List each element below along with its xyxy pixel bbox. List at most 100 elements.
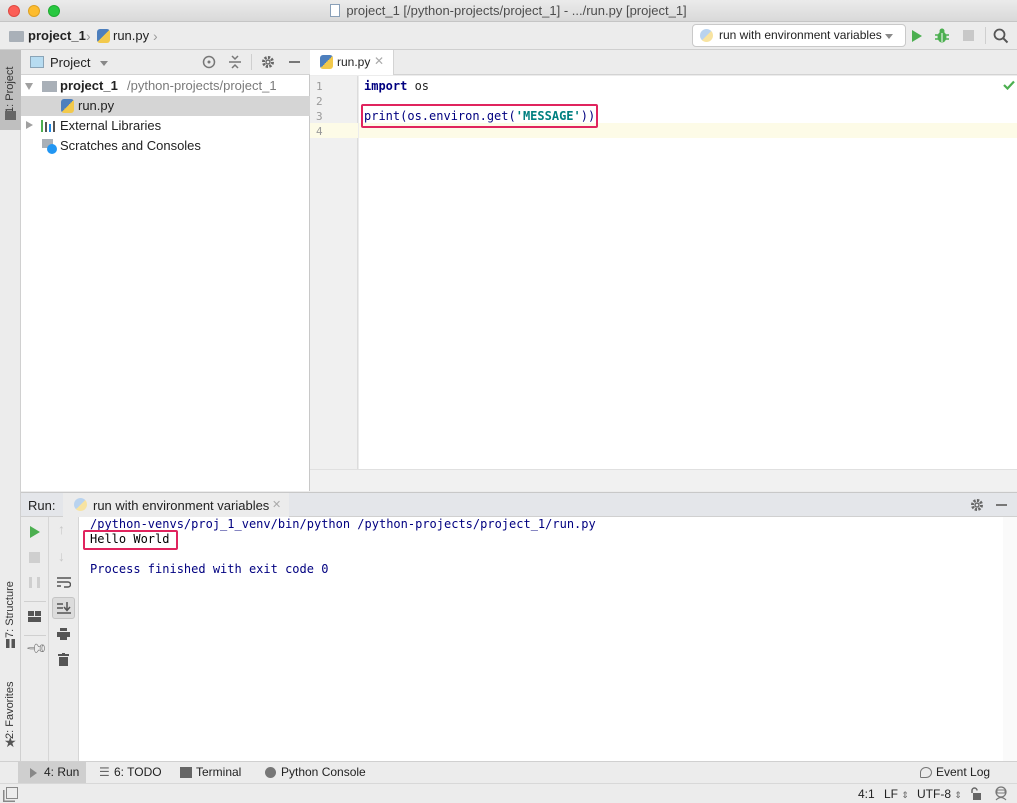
scroll-to-end-icon	[57, 602, 71, 614]
tab-run-py[interactable]: run.py ✕	[310, 50, 394, 75]
close-tab-icon[interactable]: ✕	[272, 498, 281, 511]
file-encoding[interactable]: UTF-8 ⇕	[917, 787, 962, 801]
project-name: project_1	[60, 78, 118, 93]
line-number: 4	[316, 125, 323, 138]
terminal-icon	[180, 767, 192, 778]
run-toolbar-secondary: ↑ ↓	[49, 517, 79, 761]
chevron-down-icon[interactable]	[100, 61, 108, 66]
left-tool-strip: 1: Project 7: Structure 2: Favorites ★	[0, 50, 21, 761]
structure-icon	[6, 639, 15, 648]
breadcrumb-separator: ›	[86, 28, 91, 44]
python-file-icon	[61, 99, 74, 113]
tree-label: Scratches and Consoles	[60, 138, 201, 153]
tree-item-run-py[interactable]: run.py	[21, 96, 310, 116]
run-label: Run:	[28, 498, 56, 513]
breadcrumb-project[interactable]: project_1	[28, 22, 86, 50]
project-panel-header: Project	[21, 50, 310, 75]
tree-item-project[interactable]: project_1 /python-projects/project_1	[21, 76, 310, 96]
list-icon: ☰	[99, 765, 110, 779]
highlight-box	[361, 104, 598, 128]
print-icon[interactable]	[57, 628, 70, 640]
python-file-icon	[320, 55, 333, 69]
gear-icon[interactable]	[261, 55, 275, 69]
tree-label: External Libraries	[60, 118, 162, 133]
pin-icon[interactable]: 📌︎	[25, 636, 49, 661]
run-tab[interactable]: run with environment variables ✕	[63, 493, 289, 517]
line-number: 1	[316, 80, 323, 93]
tree-item-scratches[interactable]: Scratches and Consoles	[21, 136, 310, 156]
arrow-down-icon[interactable]: ↓	[58, 548, 65, 564]
rerun-button[interactable]	[30, 526, 40, 538]
search-icon[interactable]	[993, 28, 1009, 44]
hide-panel-icon[interactable]	[289, 61, 300, 63]
folder-icon	[42, 81, 57, 92]
cursor-position[interactable]: 4:1	[858, 787, 875, 801]
expand-arrow-icon[interactable]	[26, 121, 33, 129]
tool-window-todo[interactable]: ☰ 6: TODO	[96, 762, 168, 783]
line-number: 3	[316, 110, 323, 123]
trash-icon[interactable]	[58, 653, 69, 666]
tab-structure[interactable]: 7: Structure	[0, 570, 21, 650]
breadcrumb-separator: ›	[153, 28, 158, 44]
line-separator[interactable]: LF ⇕	[884, 787, 909, 801]
file-icon	[330, 4, 341, 17]
run-configuration-selector[interactable]: run with environment variables	[692, 24, 906, 47]
python-icon	[74, 498, 87, 511]
window-title: project_1 [/python-projects/project_1] -…	[346, 3, 687, 18]
tab-label: run.py	[337, 55, 371, 69]
minimize-window-button[interactable]	[28, 5, 40, 17]
libraries-icon	[41, 120, 55, 132]
pause-button[interactable]	[29, 577, 40, 588]
console-line-exit: Process finished with exit code 0	[90, 562, 329, 576]
run-configuration-label: run with environment variables	[719, 28, 882, 42]
clock-icon	[47, 144, 57, 154]
close-tab-icon[interactable]: ✕	[374, 54, 384, 68]
collapse-all-icon[interactable]	[228, 55, 242, 69]
project-view-selector[interactable]: Project	[50, 55, 90, 70]
run-console[interactable]: /python-venvs/proj_1_venv/bin/python /py…	[79, 517, 1003, 761]
file-name: run.py	[78, 98, 115, 113]
updown-icon: ⇕	[954, 790, 962, 800]
project-path: /python-projects/project_1	[127, 78, 277, 93]
locate-icon[interactable]	[202, 55, 216, 69]
checkmark-icon	[1003, 80, 1015, 90]
arrow-up-icon[interactable]: ↑	[58, 521, 65, 537]
soft-wrap-icon[interactable]	[57, 576, 71, 588]
tool-window-run[interactable]: 4: Run	[18, 762, 86, 783]
star-icon: ★	[4, 734, 17, 750]
expand-arrow-icon[interactable]	[25, 83, 33, 90]
tool-window-terminal[interactable]: Terminal	[176, 762, 250, 783]
editor-bottom-area	[310, 469, 1017, 491]
gear-icon[interactable]	[970, 498, 984, 512]
inspector-icon[interactable]	[994, 786, 1008, 801]
event-log-button[interactable]: Event Log	[916, 762, 1006, 783]
code-editor[interactable]: import os print(os.environ.get('MESSAGE'…	[359, 76, 1017, 469]
status-bar: 4:1 LF ⇕ UTF-8 ⇕	[0, 783, 1017, 803]
debug-icon[interactable]	[934, 27, 950, 44]
console-scrollbar[interactable]	[1003, 517, 1017, 761]
close-window-button[interactable]	[8, 5, 20, 17]
tree-item-external-libraries[interactable]: External Libraries	[21, 116, 310, 136]
editor-gutter: 1 2 3 4	[310, 76, 358, 469]
hide-panel-icon[interactable]	[996, 504, 1007, 506]
toggle-tool-windows-icon[interactable]	[6, 787, 18, 799]
python-icon	[265, 767, 276, 778]
zoom-window-button[interactable]	[48, 5, 60, 17]
stop-button[interactable]	[963, 30, 974, 41]
updown-icon: ⇕	[901, 790, 909, 800]
title-bar: project_1 [/python-projects/project_1] -…	[0, 0, 1017, 22]
keyword: import	[364, 79, 408, 93]
python-icon	[700, 29, 713, 42]
editor-tab-bar: run.py ✕	[310, 50, 1017, 75]
layout-icon[interactable]	[28, 611, 41, 622]
line-number: 2	[316, 95, 323, 108]
scroll-to-end-button[interactable]	[52, 597, 75, 619]
highlight-box	[83, 530, 178, 550]
run-button[interactable]	[912, 30, 922, 42]
breadcrumb-file[interactable]: run.py	[113, 22, 149, 50]
stop-button[interactable]	[29, 552, 40, 563]
unlock-icon[interactable]	[970, 787, 982, 800]
toolbar-divider	[24, 601, 46, 602]
project-view-icon	[30, 56, 44, 68]
tool-window-python-console[interactable]: Python Console	[261, 762, 371, 783]
